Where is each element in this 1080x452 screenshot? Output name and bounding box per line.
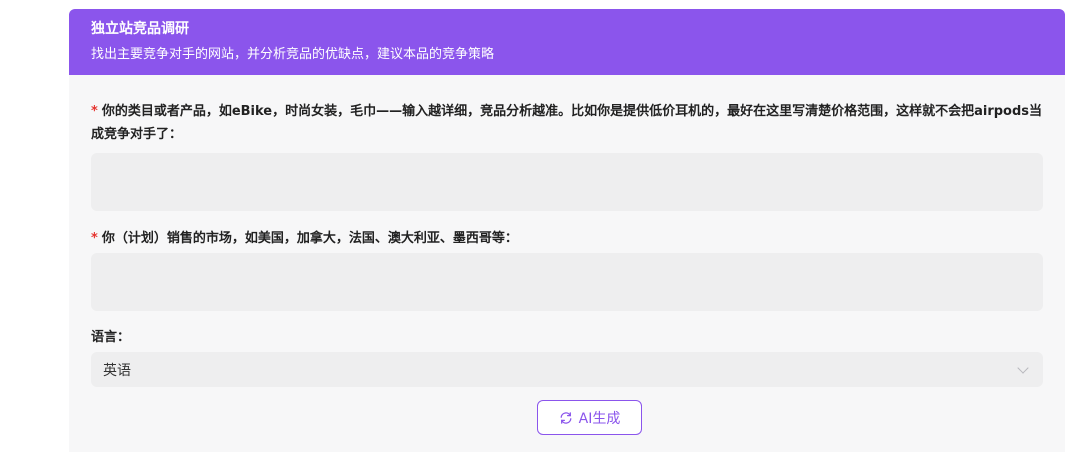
language-field-label: 语言： (91, 330, 131, 345)
research-card: 独立站竞品调研 找出主要竞争对手的网站，并分析竞品的优缺点，建议本品的竞争策略 … (69, 9, 1065, 452)
ai-generate-button[interactable]: AI生成 (537, 400, 642, 435)
category-field-label-text: 你的类目或者产品，如eBike，时尚女装，毛巾——输入越详细，竞品分析越准。比如… (91, 104, 1043, 142)
required-mark: * (91, 104, 98, 119)
page-subtitle: 找出主要竞争对手的网站，并分析竞品的优缺点，建议本品的竞争策略 (91, 47, 495, 62)
card-header: 独立站竞品调研 找出主要竞争对手的网站，并分析竞品的优缺点，建议本品的竞争策略 (69, 9, 1065, 75)
category-input[interactable] (91, 153, 1043, 211)
language-select-value: 英语 (103, 362, 131, 379)
required-mark: * (91, 231, 98, 246)
chevron-down-icon (1017, 361, 1029, 374)
ai-generate-label: AI生成 (578, 410, 621, 427)
market-field-label-text: 你（计划）销售的市场，如美国，加拿大，法国、澳大利亚、墨西哥等： (101, 231, 518, 246)
category-field-label: * 你的类目或者产品，如eBike，时尚女装，毛巾——输入越详细，竞品分析越准。比… (91, 100, 1043, 146)
market-input[interactable] (91, 253, 1043, 311)
refresh-icon (559, 411, 573, 425)
market-field-label: * 你（计划）销售的市场，如美国，加拿大，法国、澳大利亚、墨西哥等： (91, 227, 1043, 250)
page-title: 独立站竞品调研 (91, 21, 189, 37)
language-select[interactable]: 英语 (91, 352, 1043, 387)
